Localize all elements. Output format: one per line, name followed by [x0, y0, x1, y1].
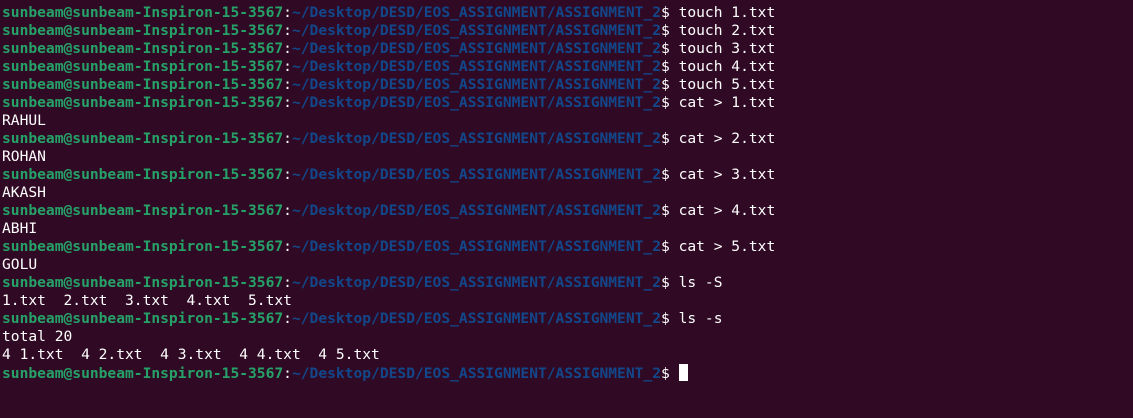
prompt-user-host: sunbeam@sunbeam-Inspiron-15-3567 [2, 365, 284, 382]
text-cursor[interactable] [678, 364, 688, 381]
prompt-dollar: $ [661, 130, 679, 147]
prompt-dollar: $ [661, 76, 679, 93]
prompt-line: sunbeam@sunbeam-Inspiron-15-3567:~/Deskt… [2, 310, 1133, 328]
command-text: ls -S [678, 274, 723, 291]
prompt-line: sunbeam@sunbeam-Inspiron-15-3567:~/Deskt… [2, 238, 1133, 256]
command-text: touch 2.txt [678, 22, 776, 39]
output-text: 4 1.txt 4 2.txt 4 3.txt 4 4.txt 4 5.txt [2, 346, 380, 363]
prompt-dollar: $ [661, 238, 679, 255]
prompt-path: ~/Desktop/DESD/EOS_ASSIGNMENT/ASSIGNMENT… [291, 365, 661, 382]
output-text: GOLU [2, 256, 38, 273]
prompt-dollar: $ [661, 202, 679, 219]
prompt-colon: : [283, 365, 292, 382]
output-line: RAHUL [2, 112, 1133, 130]
prompt-dollar: $ [661, 40, 679, 57]
prompt-dollar: $ [661, 274, 679, 291]
output-line: total 20 [2, 328, 1133, 346]
prompt-line: sunbeam@sunbeam-Inspiron-15-3567:~/Deskt… [2, 40, 1133, 58]
prompt-line: sunbeam@sunbeam-Inspiron-15-3567:~/Deskt… [2, 166, 1133, 184]
prompt-dollar: $ [661, 4, 679, 21]
prompt-colon: : [283, 310, 292, 327]
prompt-user-host: sunbeam@sunbeam-Inspiron-15-3567 [2, 76, 284, 93]
command-text: cat > 3.txt [678, 166, 776, 183]
prompt-user-host: sunbeam@sunbeam-Inspiron-15-3567 [2, 94, 284, 111]
prompt-colon: : [283, 274, 292, 291]
prompt-path: ~/Desktop/DESD/EOS_ASSIGNMENT/ASSIGNMENT… [291, 310, 661, 327]
prompt-line: sunbeam@sunbeam-Inspiron-15-3567:~/Deskt… [2, 76, 1133, 94]
prompt-line: sunbeam@sunbeam-Inspiron-15-3567:~/Deskt… [2, 364, 1133, 382]
prompt-path: ~/Desktop/DESD/EOS_ASSIGNMENT/ASSIGNMENT… [291, 130, 661, 147]
prompt-colon: : [283, 130, 292, 147]
prompt-colon: : [283, 94, 292, 111]
prompt-user-host: sunbeam@sunbeam-Inspiron-15-3567 [2, 238, 284, 255]
prompt-dollar: $ [661, 365, 679, 382]
prompt-line: sunbeam@sunbeam-Inspiron-15-3567:~/Deskt… [2, 274, 1133, 292]
prompt-user-host: sunbeam@sunbeam-Inspiron-15-3567 [2, 202, 284, 219]
prompt-line: sunbeam@sunbeam-Inspiron-15-3567:~/Deskt… [2, 58, 1133, 76]
prompt-path: ~/Desktop/DESD/EOS_ASSIGNMENT/ASSIGNMENT… [291, 4, 661, 21]
command-text: cat > 2.txt [678, 130, 776, 147]
command-text: touch 5.txt [678, 76, 776, 93]
prompt-user-host: sunbeam@sunbeam-Inspiron-15-3567 [2, 58, 284, 75]
prompt-line: sunbeam@sunbeam-Inspiron-15-3567:~/Deskt… [2, 130, 1133, 148]
output-text: AKASH [2, 184, 46, 201]
prompt-dollar: $ [661, 94, 679, 111]
prompt-line: sunbeam@sunbeam-Inspiron-15-3567:~/Deskt… [2, 22, 1133, 40]
prompt-path: ~/Desktop/DESD/EOS_ASSIGNMENT/ASSIGNMENT… [291, 166, 661, 183]
output-line: AKASH [2, 184, 1133, 202]
command-text: cat > 1.txt [678, 94, 776, 111]
prompt-path: ~/Desktop/DESD/EOS_ASSIGNMENT/ASSIGNMENT… [291, 274, 661, 291]
prompt-user-host: sunbeam@sunbeam-Inspiron-15-3567 [2, 40, 284, 57]
output-line: GOLU [2, 256, 1133, 274]
output-text: ROHAN [2, 148, 46, 165]
prompt-colon: : [283, 22, 292, 39]
command-text: cat > 4.txt [678, 202, 776, 219]
output-line: 4 1.txt 4 2.txt 4 3.txt 4 4.txt 4 5.txt [2, 346, 1133, 364]
prompt-line: sunbeam@sunbeam-Inspiron-15-3567:~/Deskt… [2, 94, 1133, 112]
prompt-colon: : [283, 238, 292, 255]
prompt-colon: : [283, 202, 292, 219]
command-text: touch 4.txt [678, 58, 776, 75]
prompt-colon: : [283, 40, 292, 57]
prompt-colon: : [283, 4, 292, 21]
terminal-window[interactable]: sunbeam@sunbeam-Inspiron-15-3567:~/Deskt… [0, 0, 1133, 418]
output-text: total 20 [2, 328, 73, 345]
prompt-dollar: $ [661, 166, 679, 183]
output-line: ROHAN [2, 148, 1133, 166]
prompt-user-host: sunbeam@sunbeam-Inspiron-15-3567 [2, 130, 284, 147]
output-text: 1.txt 2.txt 3.txt 4.txt 5.txt [2, 292, 292, 309]
output-text: ABHI [2, 220, 38, 237]
prompt-user-host: sunbeam@sunbeam-Inspiron-15-3567 [2, 310, 284, 327]
prompt-line: sunbeam@sunbeam-Inspiron-15-3567:~/Deskt… [2, 4, 1133, 22]
prompt-colon: : [283, 166, 292, 183]
prompt-user-host: sunbeam@sunbeam-Inspiron-15-3567 [2, 22, 284, 39]
output-line: ABHI [2, 220, 1133, 238]
prompt-path: ~/Desktop/DESD/EOS_ASSIGNMENT/ASSIGNMENT… [291, 94, 661, 111]
prompt-path: ~/Desktop/DESD/EOS_ASSIGNMENT/ASSIGNMENT… [291, 238, 661, 255]
output-text: RAHUL [2, 112, 46, 129]
prompt-dollar: $ [661, 310, 679, 327]
prompt-path: ~/Desktop/DESD/EOS_ASSIGNMENT/ASSIGNMENT… [291, 58, 661, 75]
prompt-path: ~/Desktop/DESD/EOS_ASSIGNMENT/ASSIGNMENT… [291, 22, 661, 39]
prompt-path: ~/Desktop/DESD/EOS_ASSIGNMENT/ASSIGNMENT… [291, 202, 661, 219]
prompt-colon: : [283, 58, 292, 75]
output-line: 1.txt 2.txt 3.txt 4.txt 5.txt [2, 292, 1133, 310]
prompt-dollar: $ [661, 22, 679, 39]
prompt-colon: : [283, 76, 292, 93]
command-text: touch 1.txt [678, 4, 776, 21]
prompt-user-host: sunbeam@sunbeam-Inspiron-15-3567 [2, 4, 284, 21]
prompt-line: sunbeam@sunbeam-Inspiron-15-3567:~/Deskt… [2, 202, 1133, 220]
prompt-path: ~/Desktop/DESD/EOS_ASSIGNMENT/ASSIGNMENT… [291, 40, 661, 57]
prompt-dollar: $ [661, 58, 679, 75]
command-text: touch 3.txt [678, 40, 776, 57]
command-text: cat > 5.txt [678, 238, 776, 255]
command-text: ls -s [678, 310, 723, 327]
prompt-user-host: sunbeam@sunbeam-Inspiron-15-3567 [2, 274, 284, 291]
prompt-user-host: sunbeam@sunbeam-Inspiron-15-3567 [2, 166, 284, 183]
prompt-path: ~/Desktop/DESD/EOS_ASSIGNMENT/ASSIGNMENT… [291, 76, 661, 93]
